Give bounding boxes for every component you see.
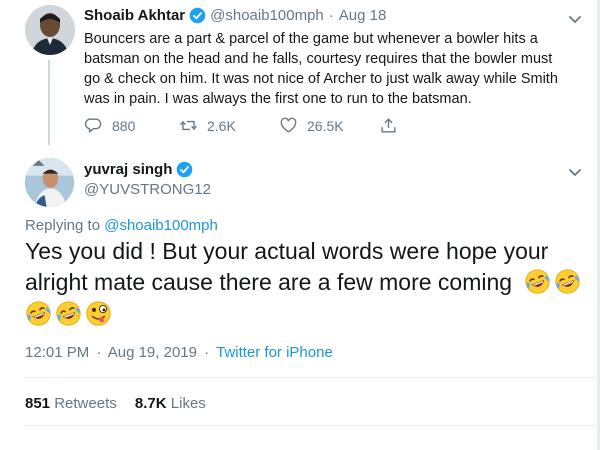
retweet-button[interactable]: 2.6K xyxy=(179,116,279,135)
separator-dot: · xyxy=(204,344,210,361)
chevron-down-icon[interactable] xyxy=(568,12,582,24)
retweets-stat[interactable]: 851 Retweets xyxy=(25,395,117,412)
parent-tweet-date[interactable]: Aug 18 xyxy=(339,7,387,24)
main-tweet-line-2: alright mate cause there are a few more … xyxy=(25,267,585,298)
tweet-date[interactable]: Aug 19, 2019 xyxy=(108,344,197,361)
laughing-crying-emoji xyxy=(524,268,551,295)
main-tweet-line-3 xyxy=(25,299,585,330)
main-tweet-line-1: Yes you did ! But your actual words were… xyxy=(25,238,549,264)
retweet-icon xyxy=(180,120,197,131)
share-icon xyxy=(381,118,396,133)
main-author-name-row: yuvraj singh xyxy=(84,161,197,178)
tweet-time[interactable]: 12:01 PM xyxy=(25,344,89,361)
replying-to-link[interactable]: @shoaib100mph xyxy=(104,217,218,234)
laughing-crying-emoji xyxy=(554,268,581,295)
likes-total: 8.7K xyxy=(134,395,167,412)
like-icon xyxy=(280,117,297,133)
like-count: 26.5K xyxy=(307,117,344,134)
main-tweet-text: Yes you did ! But your actual words were… xyxy=(25,236,585,330)
main-tweet-line-2-text: alright mate cause there are a few more … xyxy=(25,269,513,295)
tweet-source-link[interactable]: Twitter for iPhone xyxy=(216,344,333,361)
verified-badge-icon xyxy=(176,161,193,178)
avatar-yuvraj[interactable] xyxy=(25,158,74,207)
avatar-shoaib[interactable] xyxy=(25,5,75,55)
zany-face-emoji xyxy=(85,300,112,327)
like-button[interactable]: 26.5K xyxy=(279,116,379,135)
reply-button[interactable]: 880 xyxy=(84,116,179,135)
tweet-stats: 851 Retweets 8.7K Likes xyxy=(25,395,206,412)
parent-author-handle[interactable]: @shoaib100mph xyxy=(210,7,324,24)
parent-tweet-header: Shoaib Akhtar @shoaib100mph · Aug 18 xyxy=(84,7,386,24)
parent-tweet-actions: 880 2.6K 26.5K xyxy=(84,116,407,135)
tweet-meta: 12:01 PM · Aug 19, 2019 · Twitter for iP… xyxy=(25,344,333,361)
divider xyxy=(25,425,597,426)
likes-stat[interactable]: 8.7K Likes xyxy=(135,395,206,412)
separator-dot: · xyxy=(96,344,102,361)
retweets-count: 851 xyxy=(25,395,51,412)
laughing-crying-emoji xyxy=(55,300,82,327)
main-author-handle[interactable]: @YUVSTRONG12 xyxy=(84,181,211,198)
likes-label: Likes xyxy=(170,395,206,412)
reply-icon xyxy=(84,118,102,133)
tweet-thread: Shoaib Akhtar @shoaib100mph · Aug 18 Bou… xyxy=(0,0,597,450)
replying-to-line: Replying to @shoaib100mph xyxy=(25,217,218,234)
thread-connector xyxy=(48,60,50,145)
separator-dot: · xyxy=(328,7,334,24)
parent-author-name[interactable]: Shoaib Akhtar xyxy=(84,7,185,24)
laughing-crying-emoji xyxy=(25,300,52,327)
main-author-name[interactable]: yuvraj singh xyxy=(84,161,172,178)
divider xyxy=(25,377,597,378)
retweets-label: Retweets xyxy=(54,395,117,412)
parent-tweet-text: Bouncers are a part & parcel of the game… xyxy=(84,31,558,107)
chevron-down-icon[interactable] xyxy=(568,165,582,177)
retweet-count: 2.6K xyxy=(207,117,236,134)
verified-badge-icon xyxy=(189,7,206,24)
share-button[interactable] xyxy=(379,116,407,135)
reply-count: 880 xyxy=(112,117,136,134)
replying-to-prefix: Replying to xyxy=(25,217,101,234)
